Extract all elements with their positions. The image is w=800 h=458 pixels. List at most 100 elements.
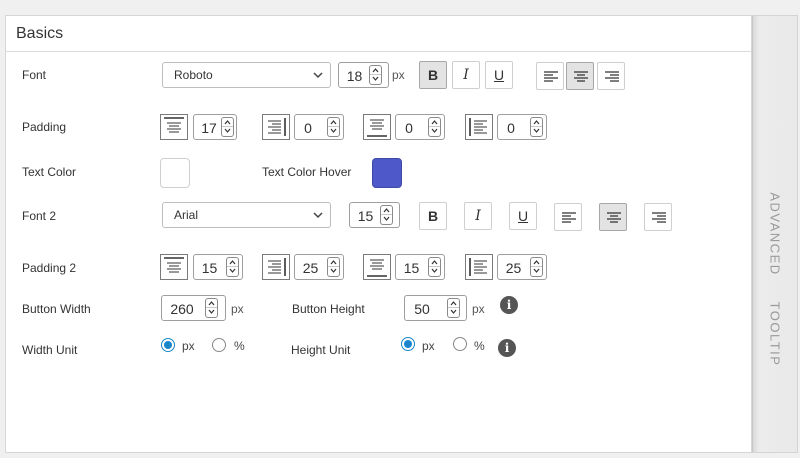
padding-right-icon [262, 114, 290, 140]
padding-right-value: 0 [304, 120, 312, 136]
padding2-bottom-value: 15 [403, 260, 420, 276]
align-right-icon [605, 71, 619, 82]
padding2-bottom-icon [363, 254, 391, 280]
align-left-button[interactable] [536, 62, 564, 90]
chevron-down-icon[interactable] [431, 127, 438, 134]
tab-tooltip[interactable]: TOOLTIP [768, 302, 783, 367]
padding2-right-stepper[interactable]: 25 [294, 254, 344, 280]
button-height-arrows[interactable] [447, 298, 460, 318]
chevron-down-icon[interactable] [372, 75, 379, 82]
tab-advanced[interactable]: ADVANCED [768, 192, 783, 275]
italic-icon: I [463, 67, 469, 83]
chevron-up-icon[interactable] [431, 119, 438, 126]
padding-top-stepper[interactable]: 17 [193, 114, 237, 140]
padding2-top-stepper[interactable]: 15 [193, 254, 243, 280]
font-size-arrows[interactable] [369, 65, 382, 85]
width-unit-percent-radio[interactable] [212, 338, 226, 352]
button-height-stepper[interactable]: 50 [404, 295, 467, 321]
chevron-up-icon[interactable] [229, 259, 236, 266]
padding2-left-arrows[interactable] [530, 257, 543, 277]
bold-button[interactable]: B [419, 61, 447, 89]
padding-top-value: 17 [201, 120, 217, 136]
chevron-up-icon[interactable] [372, 67, 379, 74]
chevron-down-icon[interactable] [330, 267, 337, 274]
font2-family-value: Arial [174, 208, 199, 222]
chevron-down-icon[interactable] [533, 267, 540, 274]
padding2-right-arrows[interactable] [327, 257, 340, 277]
font2-size-stepper[interactable]: 15 [349, 202, 400, 228]
font-label: Font [22, 68, 47, 82]
font2-align-left-button[interactable] [554, 203, 582, 231]
chevron-up-icon[interactable] [431, 259, 438, 266]
font2-underline-button[interactable]: U [509, 202, 537, 230]
font2-size-value: 15 [357, 208, 374, 224]
chevron-up-icon[interactable] [533, 259, 540, 266]
text-color-hover-swatch[interactable] [372, 158, 402, 188]
font-family-value: Roboto [174, 68, 213, 82]
padding2-label: Padding 2 [22, 261, 77, 275]
button-height-value: 50 [414, 301, 430, 317]
chevron-up-icon[interactable] [330, 119, 337, 126]
chevron-up-icon[interactable] [224, 119, 231, 126]
padding2-left-stepper[interactable]: 25 [497, 254, 547, 280]
align-right-button[interactable] [597, 62, 625, 90]
button-width-label: Button Width [22, 302, 91, 316]
chevron-down-icon[interactable] [533, 127, 540, 134]
padding-bottom-stepper[interactable]: 0 [395, 114, 445, 140]
font2-italic-button[interactable]: I [464, 202, 492, 230]
underline-button[interactable]: U [485, 61, 513, 89]
chevron-up-icon[interactable] [208, 300, 215, 307]
chevron-down-icon[interactable] [229, 267, 236, 274]
padding-bottom-value: 0 [405, 120, 413, 136]
button-height-unit: px [472, 302, 485, 316]
width-unit-px-radio[interactable] [161, 338, 175, 352]
padding2-right-value: 25 [302, 260, 319, 276]
underline-icon: U [517, 208, 529, 224]
align-center-button[interactable] [566, 62, 594, 90]
chevron-down-icon[interactable] [431, 267, 438, 274]
padding2-bottom-arrows[interactable] [428, 257, 441, 277]
chevron-up-icon[interactable] [383, 207, 390, 214]
font2-family-select[interactable]: Arial [162, 202, 331, 228]
button-width-arrows[interactable] [205, 298, 218, 318]
text-color-swatch[interactable] [160, 158, 190, 188]
padding2-bottom-stepper[interactable]: 15 [395, 254, 445, 280]
font-family-select[interactable]: Roboto [162, 62, 331, 88]
chevron-down-icon[interactable] [450, 308, 457, 315]
font-size-stepper[interactable]: 18 [338, 62, 389, 88]
chevron-down-icon[interactable] [383, 215, 390, 222]
padding-right-arrows[interactable] [327, 117, 340, 137]
chevron-up-icon[interactable] [330, 259, 337, 266]
padding2-top-value: 15 [201, 260, 218, 276]
button-width-stepper[interactable]: 260 [161, 295, 226, 321]
chevron-down-icon[interactable] [330, 127, 337, 134]
chevron-down-icon[interactable] [208, 308, 215, 315]
padding-left-stepper[interactable]: 0 [497, 114, 547, 140]
font-size-value: 18 [346, 68, 363, 84]
width-unit-label: Width Unit [22, 343, 78, 357]
padding-top-arrows[interactable] [221, 117, 234, 137]
height-unit-px-radio[interactable] [401, 337, 415, 351]
font2-bold-button[interactable]: B [419, 202, 447, 230]
padding-bottom-arrows[interactable] [428, 117, 441, 137]
padding2-top-arrows[interactable] [226, 257, 239, 277]
padding-right-stepper[interactable]: 0 [294, 114, 344, 140]
info-icon[interactable]: i [498, 339, 516, 357]
padding-left-arrows[interactable] [530, 117, 543, 137]
bold-icon: B [427, 67, 439, 83]
panel-title: Basics [6, 16, 751, 52]
italic-button[interactable]: I [452, 61, 480, 89]
height-unit-percent-label: % [474, 339, 485, 353]
chevron-up-icon[interactable] [450, 300, 457, 307]
font2-align-right-button[interactable] [644, 203, 672, 231]
font2-align-center-button[interactable] [599, 203, 627, 231]
button-width-unit: px [231, 302, 244, 316]
side-tabs: ADVANCED TOOLTIP [752, 15, 798, 453]
align-center-icon [574, 71, 588, 82]
chevron-up-icon[interactable] [533, 119, 540, 126]
height-unit-percent-radio[interactable] [453, 337, 467, 351]
button-width-value: 260 [170, 301, 194, 317]
info-icon[interactable]: i [500, 296, 518, 314]
font2-size-arrows[interactable] [380, 205, 393, 225]
chevron-down-icon[interactable] [224, 127, 231, 134]
